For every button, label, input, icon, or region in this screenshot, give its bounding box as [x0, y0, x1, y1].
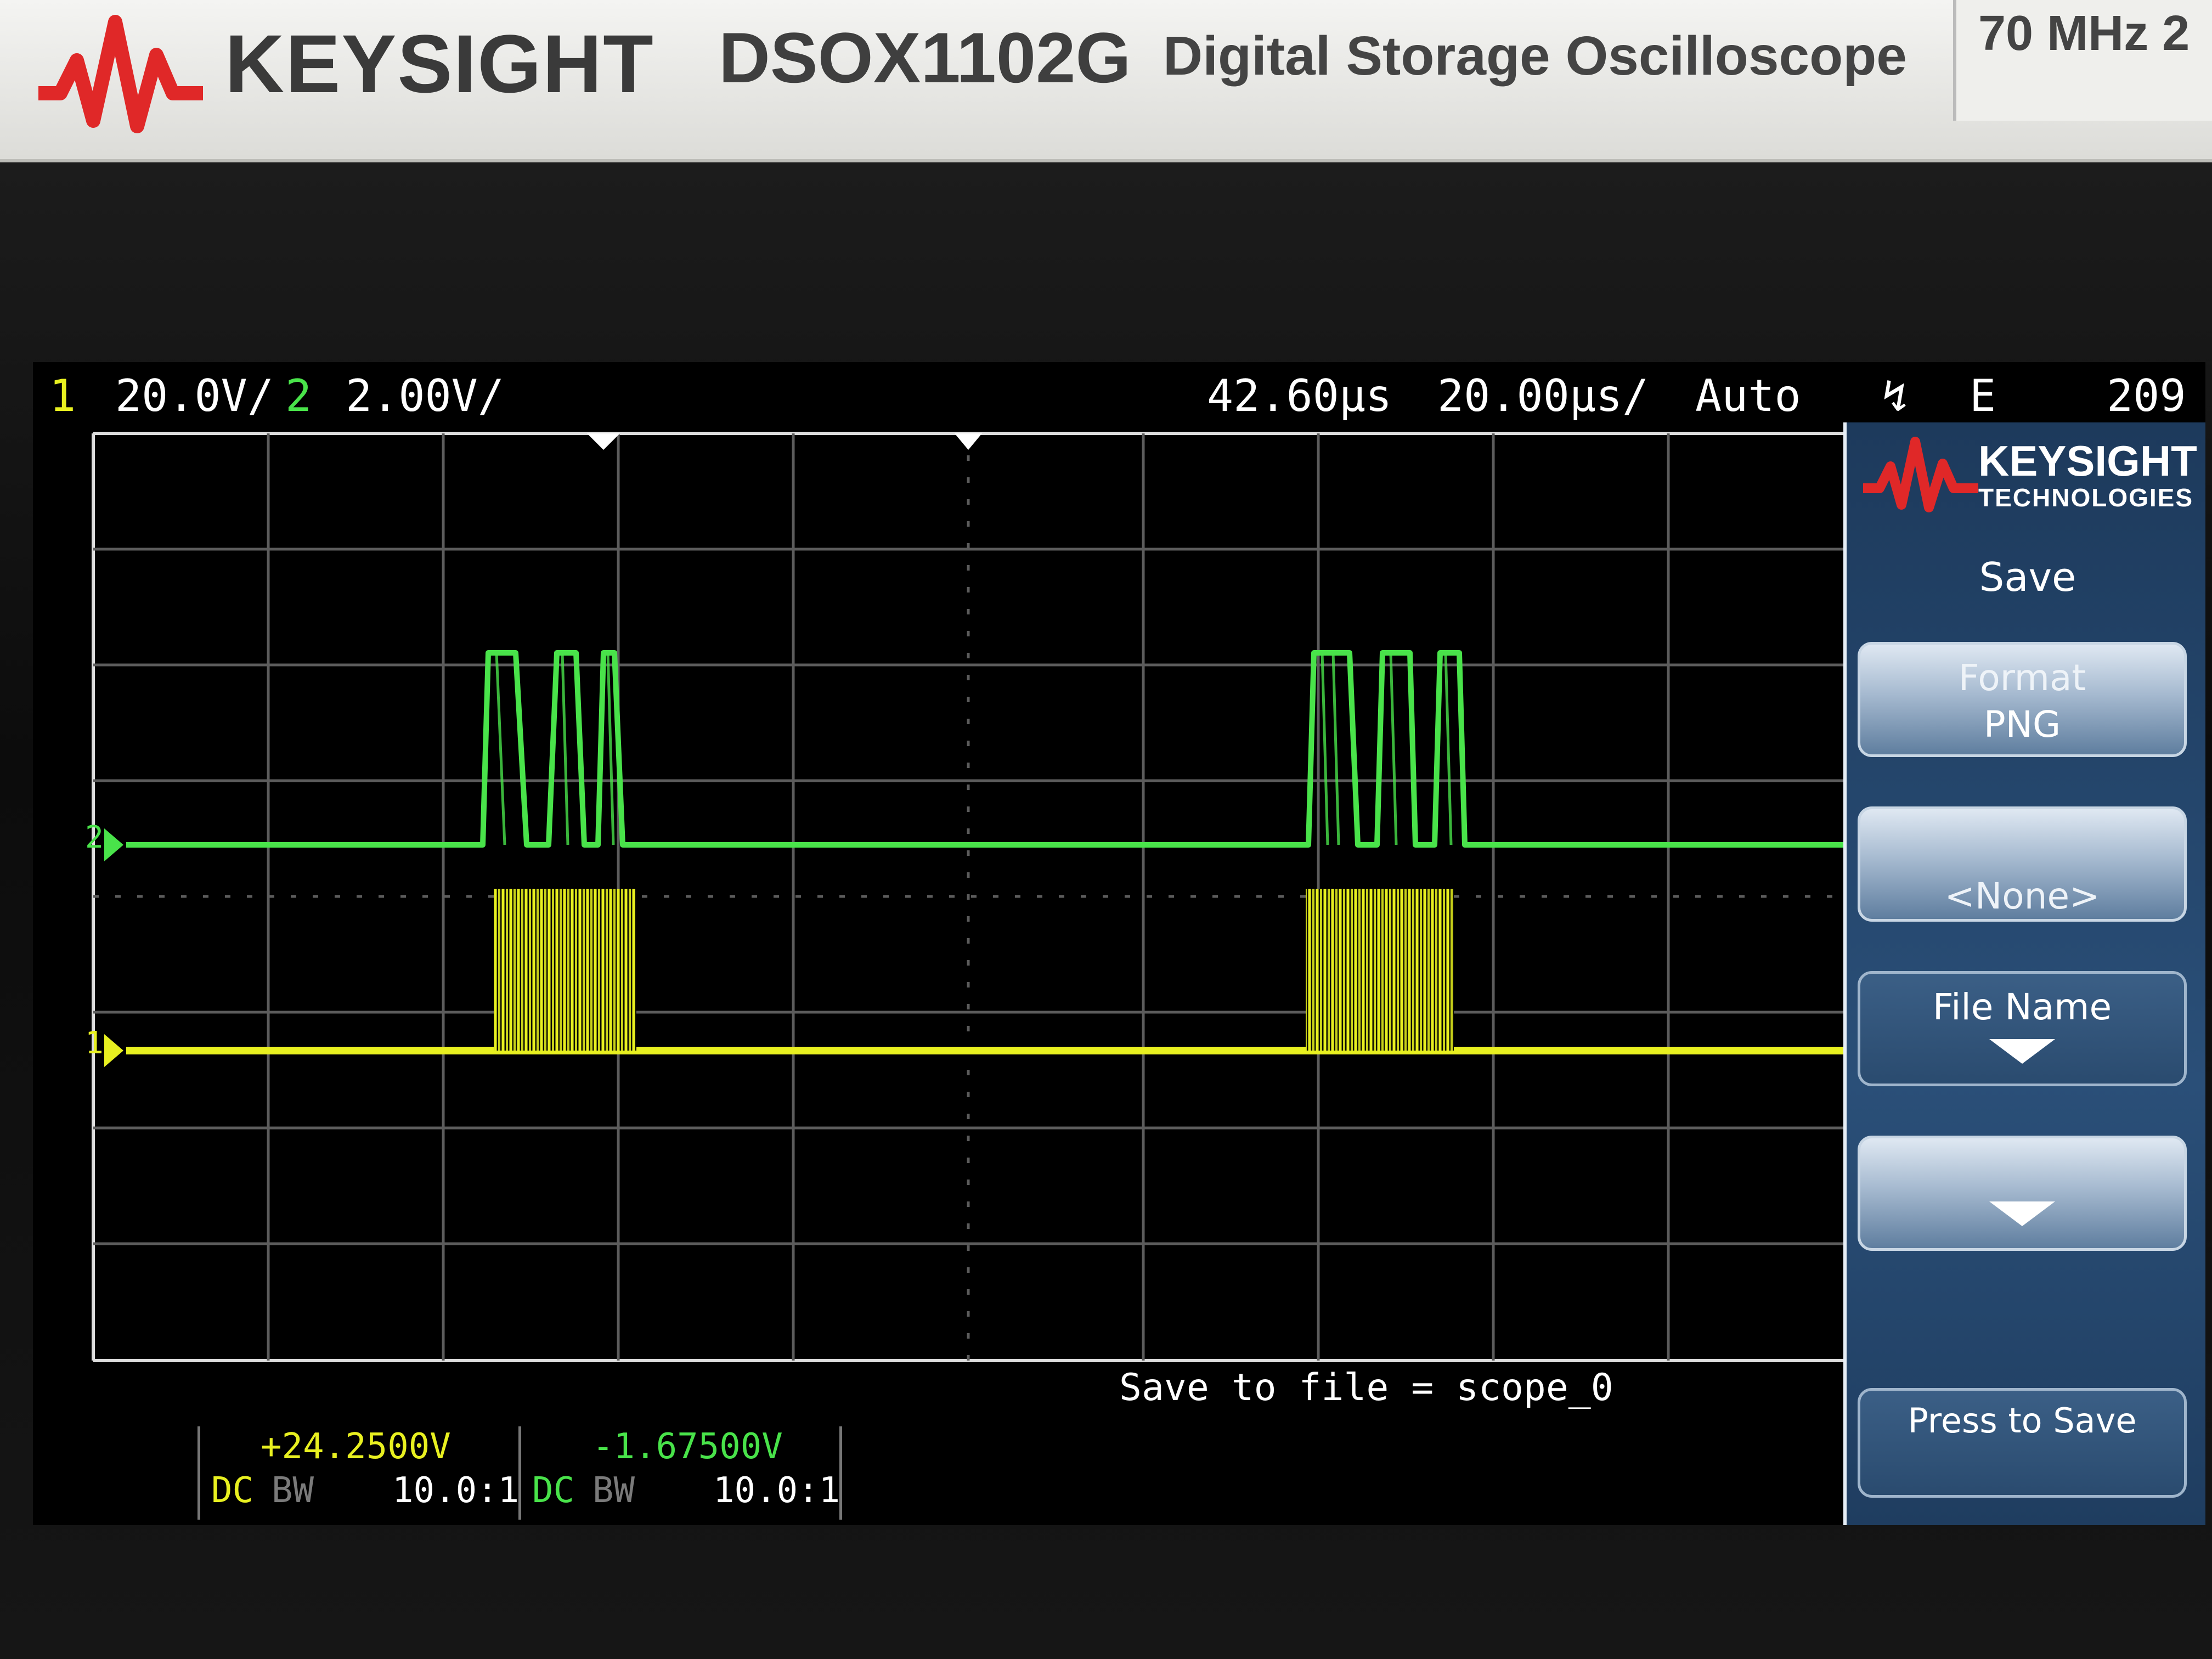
bandwidth-spec-label: 70 MHz 2 [1953, 0, 2212, 121]
location-softkey-value: <None> [1944, 875, 2100, 917]
channel-info-bar: +24.2500V DC BW 10.0:1 -1.67500V DC BW 1… [198, 1426, 1843, 1525]
press-to-save-label: Press to Save [1908, 1401, 2137, 1441]
menu-title: Save [1979, 554, 2076, 600]
waveform-display: 2 1 [33, 422, 1843, 1525]
oscilloscope-screen: 1 20.0V/ 2 2.00V/ 42.60µs 20.00µs/ Auto … [33, 362, 2205, 1525]
model-name: DSOX1102G [719, 18, 1131, 98]
panel-brand-subtitle: TECHNOLOGIES [1978, 483, 2194, 512]
trigger-source[interactable]: E [1970, 370, 1996, 421]
ch2-offset: -1.67500V [592, 1426, 783, 1467]
blank-softkey[interactable] [1858, 1136, 2187, 1251]
keysight-wave-logo-icon [38, 15, 203, 133]
ch1-probe-ratio: 10.0:1 [392, 1470, 520, 1511]
channel-1-burst-1 [494, 889, 636, 1051]
file-name-softkey-label: File Name [1932, 986, 2112, 1028]
channel-1-burst-2 [1306, 889, 1454, 1051]
ch1-coupling: DC [211, 1470, 254, 1511]
press-to-save-softkey[interactable]: Press to Save [1858, 1388, 2187, 1498]
ch1-ground-label: 1 [85, 1025, 104, 1061]
keysight-wave-logo-icon [1863, 437, 1978, 512]
ch1-bw-limit: BW [272, 1470, 314, 1511]
format-softkey[interactable]: Format PNG [1858, 642, 2187, 757]
ch2-probe-ratio: 10.0:1 [713, 1470, 840, 1511]
ch2-coupling: DC [532, 1470, 575, 1511]
ch2-bw-limit: BW [592, 1470, 635, 1511]
format-softkey-label: Format [1958, 657, 2086, 699]
ch2-ground-label: 2 [85, 820, 104, 855]
file-name-arrow-down-icon [1989, 1039, 2055, 1064]
trigger-slope-icon: ↯ [1882, 370, 1909, 421]
blank-softkey-arrow-down-icon [1989, 1201, 2055, 1226]
file-name-softkey[interactable]: File Name [1858, 971, 2187, 1086]
location-softkey[interactable]: <None> [1858, 806, 2187, 922]
softkey-menu-panel: KEYSIGHT TECHNOLOGIES Save Format PNG <N… [1843, 422, 2205, 1525]
instrument-top-panel: KEYSIGHT DSOX1102G Digital Storage Oscil… [0, 0, 2212, 162]
trigger-level[interactable]: 209 [2107, 370, 2186, 421]
format-softkey-value: PNG [1983, 703, 2061, 746]
bandwidth-spec-text: 70 MHz 2 [1978, 6, 2190, 61]
ch1-offset: +24.2500V [261, 1426, 451, 1467]
save-to-file-status: Save to file = scope_0 [1119, 1366, 1613, 1409]
panel-brand-name: KEYSIGHT [1978, 437, 2197, 485]
ch2-info[interactable]: -1.67500V DC BW 10.0:1 [518, 1426, 842, 1520]
ch1-info[interactable]: +24.2500V DC BW 10.0:1 [198, 1426, 521, 1520]
brand-name: KEYSIGHT [225, 18, 654, 110]
model-description: Digital Storage Oscilloscope [1163, 25, 1907, 87]
